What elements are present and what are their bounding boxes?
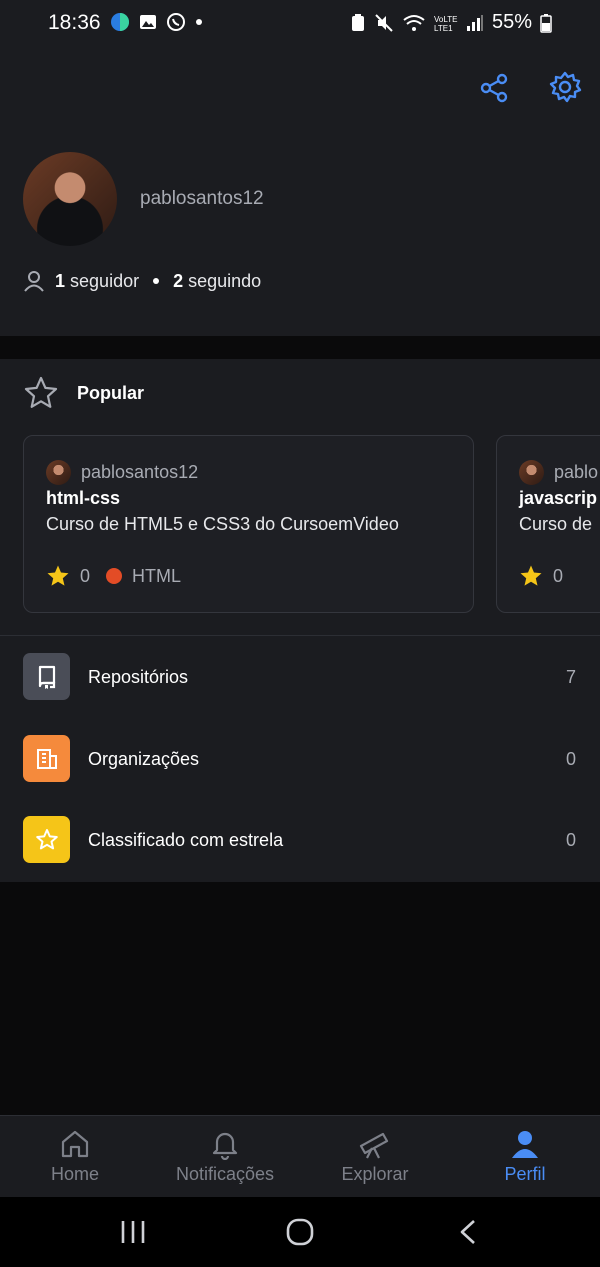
bell-icon	[212, 1132, 238, 1160]
bottom-navigation: Home Notificações Explorar Perfil	[0, 1115, 600, 1197]
menu-item-organizations[interactable]: Organizações 0	[0, 719, 600, 799]
dot-separator	[153, 278, 160, 284]
menu-label: Organizações	[88, 749, 200, 769]
repo-star-count: 0	[553, 565, 564, 586]
repo-description: Curso de HTML5 e CSS3 do CursoemVideo	[46, 514, 399, 534]
owner-avatar	[46, 460, 71, 485]
followers-stat[interactable]: 1 seguidor	[55, 271, 139, 292]
telescope-icon	[359, 1132, 389, 1159]
follow-stats[interactable]: 1 seguidor 2 seguindo	[23, 270, 261, 292]
person-icon	[512, 1131, 538, 1158]
star-filled-icon	[520, 565, 542, 586]
status-notification-icons	[110, 12, 204, 32]
menu-count: 7	[565, 667, 576, 687]
back-button[interactable]	[453, 1217, 483, 1247]
wifi-icon	[403, 14, 425, 31]
divider	[0, 635, 600, 636]
star-icon	[23, 816, 70, 863]
star-outline-icon	[24, 376, 58, 408]
status-bar: 18:36 VoLTE LTE1 55%	[0, 0, 600, 48]
battery-saver-icon	[351, 13, 364, 31]
app-notification-icon	[111, 13, 129, 31]
home-icon	[61, 1130, 89, 1158]
battery-icon	[540, 13, 552, 33]
repo-meta: 0 HTML	[46, 564, 181, 588]
popular-section: Popular pablosantos12 html-css Curso de …	[0, 359, 600, 882]
menu-item-starred[interactable]: Classificado com estrela 0	[0, 800, 600, 880]
svg-text:VoLTE: VoLTE	[434, 15, 457, 24]
repo-name: javascrip	[519, 488, 598, 508]
home-system-button[interactable]	[285, 1217, 315, 1247]
nav-profile[interactable]: Perfil	[450, 1116, 600, 1197]
repo-owner-name: pablo	[554, 462, 599, 482]
followers-count: 1	[55, 270, 66, 291]
repo-meta: 0	[519, 564, 563, 588]
organization-icon	[23, 735, 70, 782]
home-circle-icon	[286, 1218, 314, 1246]
share-icon	[480, 73, 508, 103]
signal-icon	[466, 14, 483, 31]
profile-header: pablosantos12 1 seguidor 2 seguindo	[0, 48, 600, 336]
popular-header: Popular	[23, 375, 144, 411]
nav-label: Home	[50, 1164, 99, 1184]
gallery-icon	[140, 15, 156, 29]
system-navigation-bar	[0, 1197, 600, 1267]
profile-username: pablosantos12	[140, 188, 264, 209]
repo-owner: pablosantos12	[46, 460, 198, 485]
volte-icon: VoLTELTE1	[434, 15, 457, 33]
nav-label: Explorar	[341, 1164, 409, 1184]
nav-label: Perfil	[504, 1164, 546, 1184]
repo-card[interactable]: pablo javascrip Curso de 0	[496, 435, 600, 613]
status-time: 18:36	[48, 11, 101, 34]
menu-count: 0	[565, 749, 576, 769]
menu-label: Repositórios	[88, 667, 189, 687]
more-notifications-dot	[196, 19, 202, 25]
menu-label: Classificado com estrela	[88, 830, 284, 850]
repo-star-count: 0	[80, 565, 91, 586]
followers-label: seguidor	[70, 270, 140, 291]
repo-owner: pablo	[519, 460, 598, 485]
language-color-dot	[106, 568, 123, 584]
repo-name: html-css	[46, 488, 121, 508]
mute-icon	[375, 13, 393, 32]
menu-count: 0	[565, 830, 576, 850]
repo-icon	[23, 653, 70, 700]
nav-label: Notificações	[175, 1164, 275, 1184]
whatsapp-icon	[167, 13, 185, 31]
repo-description: Curso de	[519, 514, 593, 534]
repo-card[interactable]: pablosantos12 html-css Curso de HTML5 e …	[23, 435, 474, 613]
star-filled-icon	[47, 565, 69, 586]
repo-owner-name: pablosantos12	[81, 462, 199, 482]
back-chevron-icon	[460, 1220, 475, 1244]
recents-button[interactable]	[118, 1217, 148, 1247]
avatar[interactable]	[23, 152, 117, 246]
status-system-icons: VoLTE LTE1 55%	[350, 11, 552, 34]
section-gap	[0, 336, 600, 359]
settings-button[interactable]	[547, 70, 583, 106]
battery-percentage: 55%	[491, 11, 532, 33]
recents-icon	[121, 1221, 145, 1243]
share-button[interactable]	[476, 70, 512, 106]
nav-notifications[interactable]: Notificações	[150, 1116, 300, 1197]
person-outline-icon	[24, 271, 44, 292]
menu-item-repositories[interactable]: Repositórios 7	[0, 637, 600, 717]
following-count: 2	[173, 270, 184, 291]
following-stat[interactable]: 2 seguindo	[173, 271, 261, 292]
repo-language: HTML	[132, 565, 182, 586]
nav-explore[interactable]: Explorar	[300, 1116, 450, 1197]
popular-title: Popular	[77, 382, 145, 403]
network-label: LTE1	[434, 24, 453, 33]
nav-home[interactable]: Home	[0, 1116, 150, 1197]
owner-avatar	[519, 460, 544, 485]
gear-icon	[549, 71, 582, 103]
following-label: seguindo	[188, 270, 262, 291]
